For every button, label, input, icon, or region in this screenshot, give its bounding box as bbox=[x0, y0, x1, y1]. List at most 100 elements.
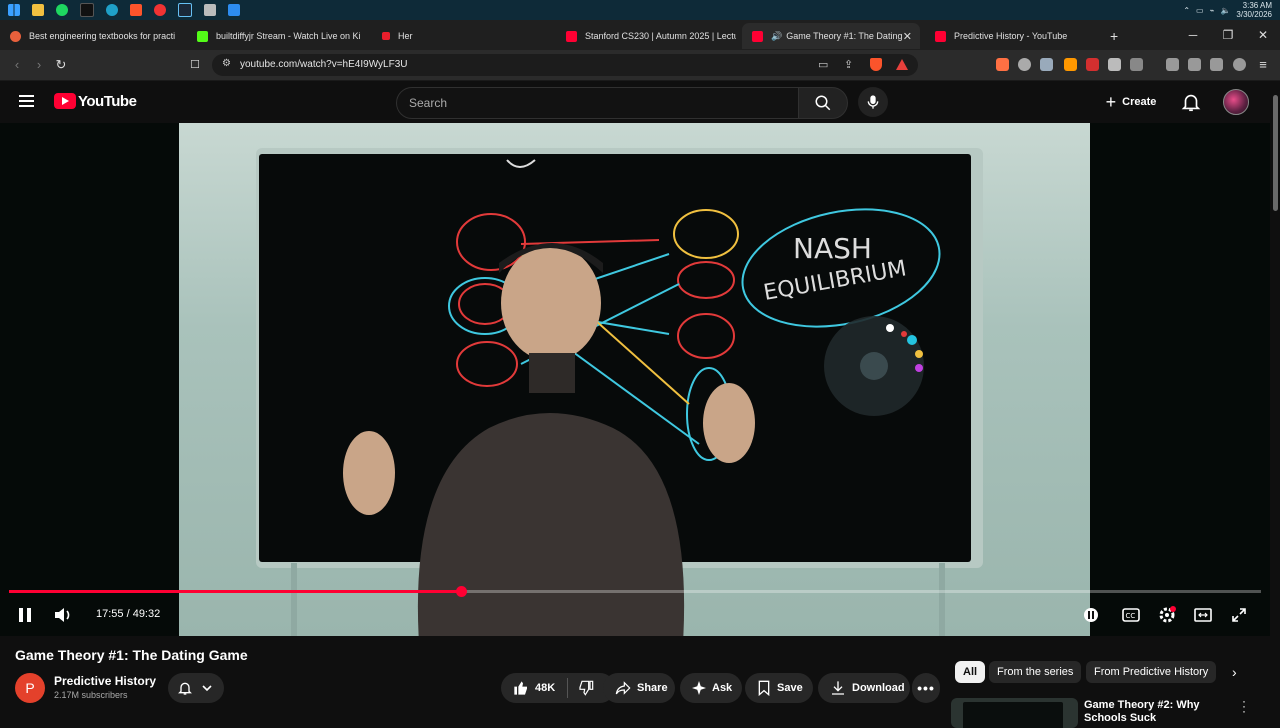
plus-icon: + bbox=[1105, 91, 1117, 112]
tab-her[interactable]: Her bbox=[372, 23, 550, 49]
steam-icon[interactable] bbox=[178, 3, 192, 17]
video-title: Game Theory #1: The Dating Game bbox=[15, 647, 248, 663]
cast-icon[interactable]: ▭ bbox=[818, 58, 828, 71]
mute-button[interactable] bbox=[52, 604, 74, 626]
channel-name[interactable]: Predictive History bbox=[54, 674, 156, 688]
volume-icon[interactable]: 🔈 bbox=[1220, 6, 1230, 15]
ask-button[interactable]: Ask bbox=[680, 673, 742, 703]
edge-icon[interactable] bbox=[106, 4, 118, 16]
extension-icon-5[interactable] bbox=[1086, 58, 1099, 71]
back-button[interactable]: ‹ bbox=[8, 56, 26, 74]
video-frame[interactable]: NASH EQUILIBRIUM bbox=[179, 123, 1090, 636]
chrome-icon[interactable] bbox=[154, 4, 166, 16]
page-scrollbar[interactable] bbox=[1270, 81, 1280, 720]
tab-textbooks[interactable]: Best engineering textbooks for practi bbox=[0, 23, 186, 49]
site-info-icon[interactable]: ⚙ bbox=[222, 58, 231, 69]
fullscreen-button[interactable] bbox=[1228, 604, 1250, 626]
recommendation-title[interactable]: Game Theory #2: Why Schools Suck bbox=[1084, 699, 1244, 725]
account-avatar[interactable] bbox=[1223, 89, 1249, 115]
close-tab-icon[interactable]: ✕ bbox=[903, 30, 912, 43]
tab-kick-stream[interactable]: builtdiffyjr Stream - Watch Live on Ki bbox=[187, 23, 365, 49]
app-icon-2[interactable] bbox=[228, 4, 240, 16]
extension-icon-4[interactable] bbox=[1064, 58, 1077, 71]
search-input[interactable]: Search bbox=[396, 87, 800, 119]
closed-captions-icon: CC bbox=[1122, 608, 1140, 622]
subscriber-count: 2.17M subscribers bbox=[54, 690, 128, 700]
pause-button[interactable] bbox=[14, 604, 36, 626]
progress-scrubber[interactable] bbox=[455, 586, 467, 597]
spotify-icon[interactable] bbox=[56, 4, 68, 16]
chips-next-arrow-icon[interactable]: › bbox=[1224, 661, 1245, 683]
brave-rewards-icon[interactable] bbox=[896, 59, 908, 70]
scrollbar-thumb[interactable] bbox=[1273, 95, 1278, 211]
wallet-icon[interactable] bbox=[1188, 58, 1201, 71]
share-button[interactable]: Share bbox=[603, 673, 675, 703]
address-bar[interactable]: ⚙ youtube.com/watch?v=hE4I9WyLF3U ▭ ⇪ bbox=[212, 54, 918, 76]
bookmark-icon[interactable]: ☐ bbox=[186, 56, 204, 74]
share-page-icon[interactable]: ⇪ bbox=[844, 58, 853, 71]
pause-icon bbox=[19, 608, 31, 622]
captions-button[interactable]: CC bbox=[1120, 604, 1142, 626]
chip-from-the-series[interactable]: From the series bbox=[989, 661, 1082, 683]
youtube-logo-text[interactable]: YouTube bbox=[78, 93, 137, 110]
tab-game-theory[interactable]: 🔊 Game Theory #1: The Dating Game ✕ bbox=[742, 23, 920, 49]
media-icon[interactable] bbox=[1166, 58, 1179, 71]
forward-button[interactable]: › bbox=[30, 56, 48, 74]
restore-button[interactable]: ❐ bbox=[1211, 20, 1245, 50]
more-horizontal-icon: ••• bbox=[917, 680, 935, 696]
brave-shields-icon[interactable] bbox=[870, 58, 882, 71]
theater-mode-button[interactable] bbox=[1192, 604, 1214, 626]
reload-button[interactable]: ↻ bbox=[52, 56, 70, 74]
new-tab-button[interactable]: + bbox=[1110, 23, 1134, 49]
brave-icon[interactable] bbox=[130, 4, 142, 16]
subscribed-notification-button[interactable] bbox=[168, 673, 224, 703]
create-button[interactable]: + Create bbox=[1098, 87, 1164, 117]
browser-menu-icon[interactable]: ≡ bbox=[1254, 56, 1272, 74]
save-button[interactable]: Save bbox=[745, 673, 813, 703]
autoplay-icon bbox=[1084, 608, 1098, 622]
battery-icon[interactable]: ▭ bbox=[1196, 6, 1204, 15]
video-player[interactable]: NASH EQUILIBRIUM 17:55 / 49:32 CC bbox=[0, 123, 1270, 636]
extension-icon-2[interactable] bbox=[1018, 58, 1031, 71]
windows-taskbar: ⌃ ▭ ⌁ 🔈 3:36 AM 3/30/2026 bbox=[0, 0, 1280, 20]
extension-icon[interactable] bbox=[996, 58, 1009, 71]
download-button[interactable]: Download bbox=[818, 673, 910, 703]
chip-from-predictive-history[interactable]: From Predictive History bbox=[1086, 661, 1217, 683]
thumbs-up-icon bbox=[514, 681, 527, 695]
gear-icon bbox=[1159, 606, 1176, 623]
voice-search-button[interactable] bbox=[858, 87, 888, 117]
network-icon[interactable]: ⌁ bbox=[1210, 6, 1215, 15]
clock[interactable]: 3:36 AM 3/30/2026 bbox=[1236, 1, 1272, 19]
hamburger-menu-icon[interactable] bbox=[19, 95, 34, 97]
tab-title: Her bbox=[398, 31, 413, 41]
tab-stanford[interactable]: Stanford CS230 | Autumn 2025 | Lectu bbox=[556, 23, 736, 49]
like-button[interactable]: 48K bbox=[501, 680, 555, 696]
tab-predictive-history[interactable]: Predictive History - YouTube bbox=[925, 23, 1105, 49]
search-button[interactable] bbox=[798, 87, 848, 119]
extensions-puzzle-icon[interactable] bbox=[1108, 58, 1121, 71]
windows-start-icon[interactable] bbox=[8, 4, 20, 16]
settings-button[interactable] bbox=[1156, 604, 1178, 626]
channel-avatar[interactable]: P bbox=[15, 673, 45, 703]
app-icon[interactable] bbox=[204, 4, 216, 16]
progress-bar[interactable] bbox=[9, 586, 1261, 597]
thumbnail-board bbox=[963, 702, 1063, 728]
leo-ai-icon[interactable] bbox=[1210, 58, 1223, 71]
more-actions-button[interactable]: ••• bbox=[912, 673, 940, 703]
thumbs-down-icon[interactable] bbox=[578, 680, 594, 696]
file-explorer-icon[interactable] bbox=[32, 4, 44, 16]
close-window-button[interactable]: ✕ bbox=[1246, 20, 1280, 50]
chevron-up-icon[interactable]: ⌃ bbox=[1183, 6, 1190, 15]
notifications-bell-icon[interactable] bbox=[1180, 91, 1202, 113]
tiktok-icon[interactable] bbox=[80, 3, 94, 17]
vpn-icon[interactable] bbox=[1233, 58, 1246, 71]
youtube-logo-icon[interactable] bbox=[54, 93, 76, 109]
chip-all[interactable]: All bbox=[955, 661, 986, 683]
recommendation-menu-icon[interactable]: · · · bbox=[1242, 695, 1246, 717]
clock-date: 3/30/2026 bbox=[1236, 10, 1272, 19]
extension-icon-3[interactable] bbox=[1040, 58, 1053, 71]
recommendation-thumbnail[interactable] bbox=[951, 698, 1078, 728]
autoplay-toggle[interactable] bbox=[1082, 604, 1100, 626]
extension-icon-6[interactable] bbox=[1130, 58, 1143, 71]
minimize-button[interactable]: ─ bbox=[1176, 20, 1210, 50]
